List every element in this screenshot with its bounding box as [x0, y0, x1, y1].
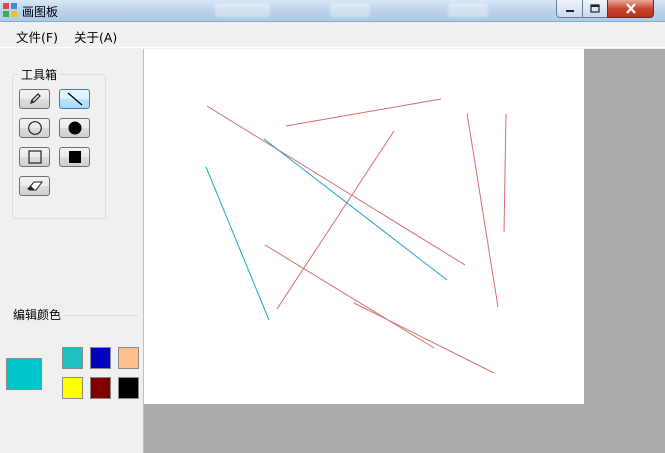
- drawn-line: [353, 302, 495, 374]
- circle-filled-tool-button[interactable]: [59, 118, 90, 138]
- canvas-area: [144, 49, 665, 453]
- eraser-icon: [26, 180, 43, 192]
- circle-outline-icon: [27, 120, 43, 136]
- current-color-swatch[interactable]: [6, 358, 42, 390]
- minimize-icon: [565, 5, 575, 13]
- drawing-canvas[interactable]: [144, 49, 584, 404]
- circle-outline-tool-button[interactable]: [19, 118, 50, 138]
- drawn-line: [276, 130, 395, 310]
- title-bar: 画图板: [0, 0, 665, 22]
- rectangle-outline-tool-button[interactable]: [19, 147, 50, 167]
- pencil-tool-button[interactable]: [19, 89, 50, 109]
- app-icon: [3, 3, 17, 17]
- circle-filled-icon: [67, 120, 83, 136]
- rectangle-filled-tool-button[interactable]: [59, 147, 90, 167]
- rectangle-filled-icon: [68, 150, 82, 164]
- line-tool-button[interactable]: [59, 89, 90, 109]
- title-blur-1: [215, 3, 270, 17]
- color-swatch-black[interactable]: [118, 377, 139, 399]
- maximize-icon: [590, 4, 600, 13]
- drawn-line: [503, 113, 507, 233]
- color-group-line: [62, 315, 138, 316]
- eraser-tool-button[interactable]: [19, 176, 50, 196]
- pencil-icon: [28, 92, 42, 106]
- drawn-line: [264, 244, 435, 349]
- color-swatch-yellow[interactable]: [62, 377, 83, 399]
- drawn-line: [466, 112, 499, 308]
- line-icon: [66, 92, 84, 106]
- left-panel: 工具箱 编辑颜色: [0, 49, 144, 453]
- minimize-button[interactable]: [556, 0, 583, 18]
- rectangle-outline-icon: [27, 150, 42, 164]
- color-section-title: 编辑颜色: [11, 306, 64, 323]
- color-swatch-peach[interactable]: [118, 347, 139, 369]
- maximize-button[interactable]: [582, 0, 608, 18]
- color-swatch-blue[interactable]: [90, 347, 111, 369]
- drawn-line: [263, 138, 448, 281]
- drawn-line: [206, 105, 466, 266]
- toolbox-title: 工具箱: [18, 66, 61, 83]
- menu-file[interactable]: 文件(F): [16, 27, 58, 46]
- canvas-drawing: [205, 98, 507, 374]
- drawn-line: [285, 98, 442, 127]
- close-icon: [625, 3, 637, 14]
- color-swatch-teal[interactable]: [62, 347, 83, 369]
- drawn-line: [205, 166, 270, 321]
- window-title: 画图板: [22, 5, 59, 19]
- menu-about[interactable]: 关于(A): [74, 27, 117, 46]
- menu-bar: 文件(F) 关于(A): [0, 22, 665, 48]
- title-blur-3: [448, 3, 488, 17]
- close-button[interactable]: [607, 0, 654, 18]
- color-swatch-maroon[interactable]: [90, 377, 111, 399]
- title-blur-2: [330, 3, 370, 17]
